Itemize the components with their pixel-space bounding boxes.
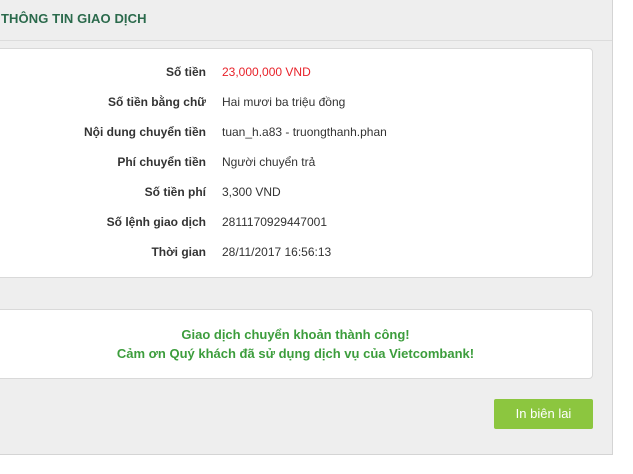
detail-row-transfer-content: Nội dung chuyển tiền tuan_h.a83 - truong…	[0, 122, 594, 142]
detail-row-amount: Số tiền 23,000,000 VND	[0, 62, 594, 82]
detail-row-transaction-number: Số lệnh giao dịch 2811170929447001	[0, 212, 594, 232]
print-receipt-button[interactable]: In biên lai	[494, 399, 593, 429]
detail-value: Người chuyển trả	[222, 155, 316, 169]
thank-you-message: Cảm ơn Quý khách đã sử dụng dịch vụ của …	[116, 346, 475, 361]
detail-label: Số tiền	[165, 65, 206, 79]
section-title: THÔNG TIN GIAO DỊCH	[1, 11, 147, 26]
detail-value: tuan_h.a83 - truongthanh.phan	[222, 125, 387, 139]
detail-row-fee-amount: Số tiền phí 3,300 VND	[0, 182, 594, 202]
detail-value: 2811170929447001	[222, 215, 327, 229]
detail-value: 3,300 VND	[222, 185, 281, 199]
detail-label: Số tiền phí	[144, 185, 206, 199]
detail-label: Phí chuyển tiền	[117, 155, 206, 169]
detail-label: Thời gian	[151, 245, 206, 259]
detail-label: Số lệnh giao dịch	[106, 215, 206, 229]
detail-row-time: Thời gian 28/11/2017 16:56:13	[0, 242, 594, 262]
transaction-panel: THÔNG TIN GIAO DỊCH Số tiền 23,000,000 V…	[0, 0, 613, 455]
detail-row-fee-type: Phí chuyển tiền Người chuyển trả	[0, 152, 594, 172]
success-message: Giao dịch chuyển khoản thành công!	[181, 327, 410, 342]
detail-value: Hai mươi ba triệu đồng	[222, 95, 346, 109]
detail-label: Nội dung chuyển tiền	[84, 125, 206, 139]
section-header: THÔNG TIN GIAO DỊCH	[0, 0, 612, 41]
transaction-details-card: Số tiền 23,000,000 VND Số tiền bằng chữ …	[0, 48, 593, 278]
detail-value: 28/11/2017 16:56:13	[222, 245, 332, 259]
detail-value: 23,000,000 VND	[222, 65, 311, 79]
detail-row-amount-in-words: Số tiền bằng chữ Hai mươi ba triệu đồng	[0, 92, 594, 112]
detail-label: Số tiền bằng chữ	[107, 95, 206, 109]
success-message-card: Giao dịch chuyển khoản thành công! Cảm ơ…	[0, 309, 593, 379]
